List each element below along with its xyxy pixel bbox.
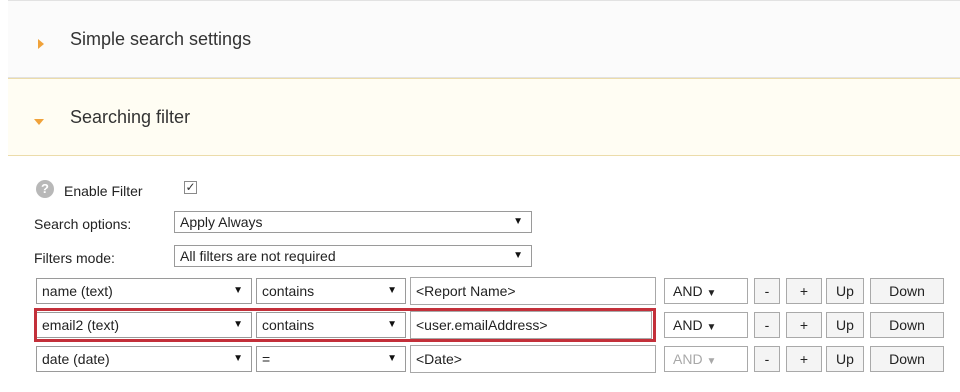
filters-mode-label: Filters mode: [34, 250, 115, 266]
row-field-select[interactable]: name (text) ▼ [36, 278, 252, 304]
searching-filter-header[interactable]: Searching filter [8, 78, 960, 156]
search-options-value: Apply Always [180, 214, 263, 230]
row-logic-select: AND ▼ [664, 346, 748, 372]
search-options-label: Search options: [34, 216, 132, 232]
move-down-button[interactable]: Down [870, 278, 944, 304]
row-logic-select[interactable]: AND ▼ [664, 278, 748, 304]
row-operator-value: contains [262, 283, 315, 299]
add-row-button[interactable]: + [786, 346, 822, 372]
highlight-box [34, 308, 656, 342]
search-options-select[interactable]: Apply Always ▼ [174, 211, 532, 233]
chevron-down-icon: ▼ [706, 322, 717, 333]
row-logic-value: AND [673, 283, 703, 299]
chevron-down-icon: ▼ [387, 285, 397, 296]
remove-row-button[interactable]: - [754, 346, 780, 372]
add-row-button[interactable]: + [786, 278, 822, 304]
row-logic-select[interactable]: AND ▼ [664, 312, 748, 338]
row-operator-value: = [262, 351, 271, 367]
chevron-down-icon: ▼ [706, 356, 717, 367]
help-icon[interactable]: ? [36, 180, 54, 198]
add-row-button[interactable]: + [786, 312, 822, 338]
filters-mode-select[interactable]: All filters are not required ▼ [174, 245, 532, 267]
row-operator-select[interactable]: contains ▼ [256, 278, 406, 304]
row-value-input[interactable]: <Report Name> [410, 277, 656, 305]
row-field-value: date (date) [42, 351, 110, 367]
row-field-select[interactable]: date (date) ▼ [36, 346, 252, 372]
remove-row-button[interactable]: - [754, 278, 780, 304]
chevron-down-icon: ▼ [513, 250, 523, 261]
chevron-down-icon: ▼ [513, 216, 523, 227]
row-value-input[interactable]: <Date> [410, 345, 656, 373]
chevron-down-icon [34, 119, 44, 125]
move-down-button[interactable]: Down [870, 346, 944, 372]
chevron-down-icon: ▼ [706, 288, 717, 299]
move-up-button[interactable]: Up [826, 278, 864, 304]
chevron-down-icon: ▼ [387, 353, 397, 364]
enable-filter-label: Enable Filter [64, 183, 143, 199]
panel-title: Searching filter [70, 107, 191, 127]
filters-mode-value: All filters are not required [180, 248, 336, 264]
move-up-button[interactable]: Up [826, 346, 864, 372]
enable-filter-checkbox[interactable]: ✓ [184, 181, 197, 194]
chevron-down-icon: ▼ [233, 285, 243, 296]
panel-title: Simple search settings [70, 29, 252, 49]
chevron-right-icon [38, 39, 44, 49]
simple-search-settings-header[interactable]: Simple search settings [8, 0, 960, 78]
chevron-down-icon: ▼ [233, 353, 243, 364]
remove-row-button[interactable]: - [754, 312, 780, 338]
row-operator-select[interactable]: = ▼ [256, 346, 406, 372]
move-down-button[interactable]: Down [870, 312, 944, 338]
row-logic-value: AND [673, 317, 703, 333]
row-field-value: name (text) [42, 283, 113, 299]
move-up-button[interactable]: Up [826, 312, 864, 338]
row-logic-value: AND [673, 351, 703, 367]
